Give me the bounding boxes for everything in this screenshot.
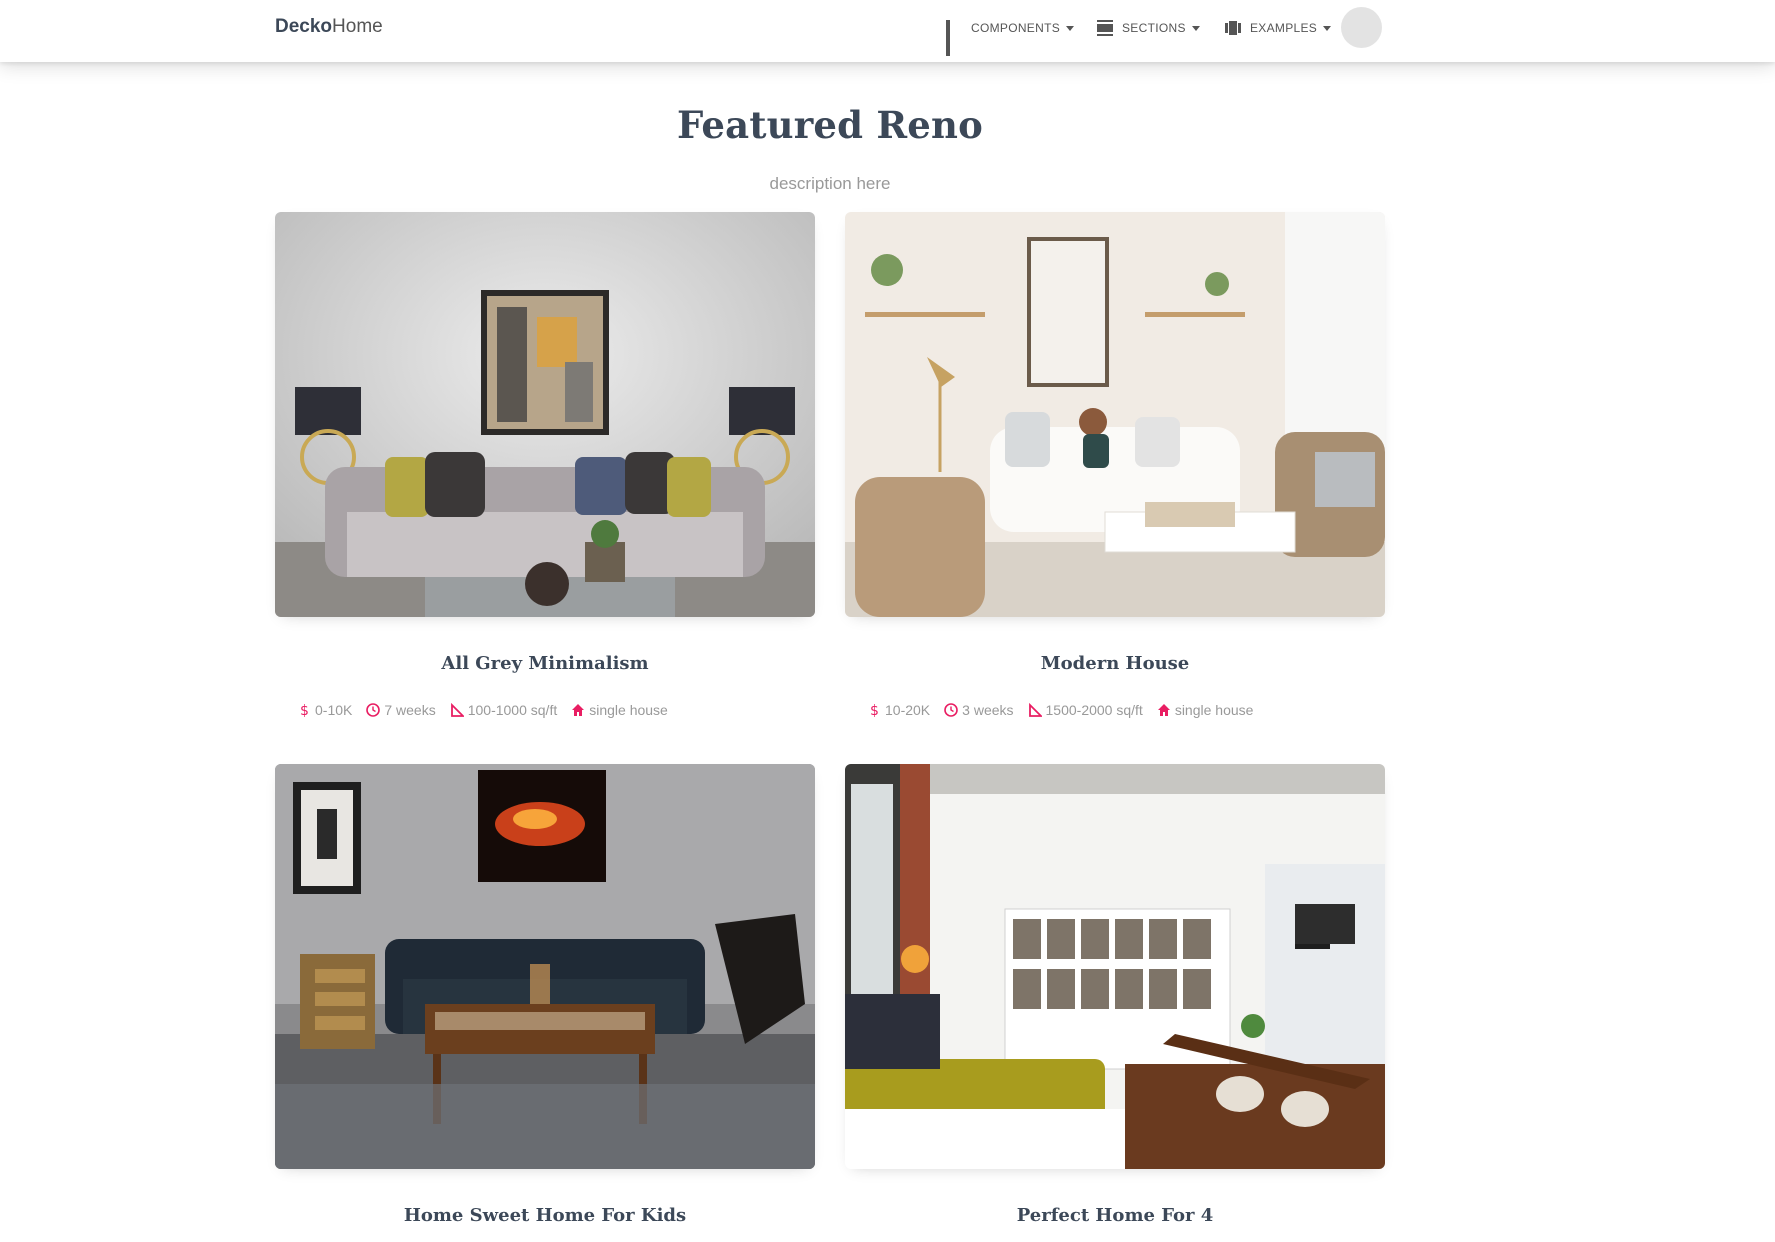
nav-sections-dropdown[interactable]: SECTIONS — [1097, 18, 1200, 38]
loft-apartment-photo[interactable] — [845, 764, 1385, 1169]
home-icon — [1157, 704, 1170, 716]
clock-icon — [366, 703, 381, 717]
section-description: description here — [769, 174, 891, 193]
section-title: Featured Reno — [676, 103, 983, 147]
clock-icon — [944, 703, 958, 717]
type-meta: single house — [571, 702, 668, 718]
type-value: single house — [1174, 702, 1254, 718]
brand-logo[interactable]: DeckoHome — [275, 16, 383, 38]
caret-down-icon — [1066, 25, 1075, 31]
card-title[interactable]: All Grey Minimalism — [275, 653, 815, 674]
top-navbar: DeckoHome COMPONENTS SECTIONS EXAMPLES — [0, 0, 1775, 62]
duration-value: 7 weeks — [384, 702, 436, 718]
budget-meta: $ 0-10K — [297, 702, 352, 718]
card-meta: $ 0-10K 7 weeks 100-1000 sq/ft single ho… — [297, 702, 682, 718]
dollar-icon: $ — [300, 703, 309, 718]
reno-card[interactable]: Home Sweet Home For Kids — [275, 764, 815, 1226]
svg-text:$: $ — [870, 703, 879, 718]
card-title[interactable]: Modern House — [845, 653, 1385, 674]
budget-value: 0-10K — [315, 702, 353, 718]
budget-meta: $ 10-20K — [867, 702, 930, 718]
duration-value: 3 weeks — [962, 702, 1014, 718]
white-living-room-photo[interactable] — [845, 212, 1385, 617]
area-value: 1500-2000 sq/ft — [1045, 702, 1143, 718]
nav-examples-label: EXAMPLES — [1250, 21, 1318, 35]
reno-card[interactable]: All Grey Minimalism $ 0-10K 7 weeks 100-… — [275, 212, 815, 718]
type-meta: single house — [1157, 702, 1254, 718]
card-meta: $ 10-20K 3 weeks 1500-2000 sq/ft single … — [867, 702, 1267, 718]
home-icon — [572, 704, 585, 716]
apps-grid-icon — [946, 20, 962, 56]
nav-components-label: COMPONENTS — [971, 21, 1061, 35]
caret-down-icon — [1191, 25, 1200, 31]
ruler-triangle-icon — [450, 702, 464, 717]
reno-card[interactable]: Perfect Home For 4 — [845, 764, 1385, 1226]
area-meta: 1500-2000 sq/ft — [1028, 702, 1143, 718]
svg-text:$: $ — [300, 703, 309, 718]
area-value: 100-1000 sq/ft — [467, 702, 558, 718]
dollar-icon: $ — [870, 703, 879, 718]
brand-light-text: Home — [332, 16, 383, 37]
brand-bold-text: Decko — [275, 16, 333, 37]
caret-down-icon — [1323, 25, 1332, 31]
duration-meta: 7 weeks — [366, 702, 436, 718]
nav-components-dropdown[interactable]: COMPONENTS — [946, 18, 1075, 56]
budget-value: 10-20K — [885, 702, 931, 718]
user-avatar[interactable] — [1341, 7, 1382, 48]
duration-meta: 3 weeks — [944, 702, 1014, 718]
ruler-triangle-icon — [1028, 702, 1042, 717]
grey-living-room-photo[interactable] — [275, 212, 815, 617]
area-meta: 100-1000 sq/ft — [450, 702, 558, 718]
nav-sections-label: SECTIONS — [1122, 21, 1186, 35]
card-title[interactable]: Perfect Home For 4 — [845, 1205, 1385, 1226]
dark-lounge-photo[interactable] — [275, 764, 815, 1169]
view-day-icon — [1097, 20, 1113, 36]
type-value: single house — [589, 702, 668, 718]
reno-card[interactable]: Modern House $ 10-20K 3 weeks 1500-2000 … — [845, 212, 1385, 718]
view-carousel-icon — [1225, 20, 1241, 36]
nav-examples-dropdown[interactable]: EXAMPLES — [1225, 18, 1332, 38]
card-title[interactable]: Home Sweet Home For Kids — [275, 1205, 815, 1226]
